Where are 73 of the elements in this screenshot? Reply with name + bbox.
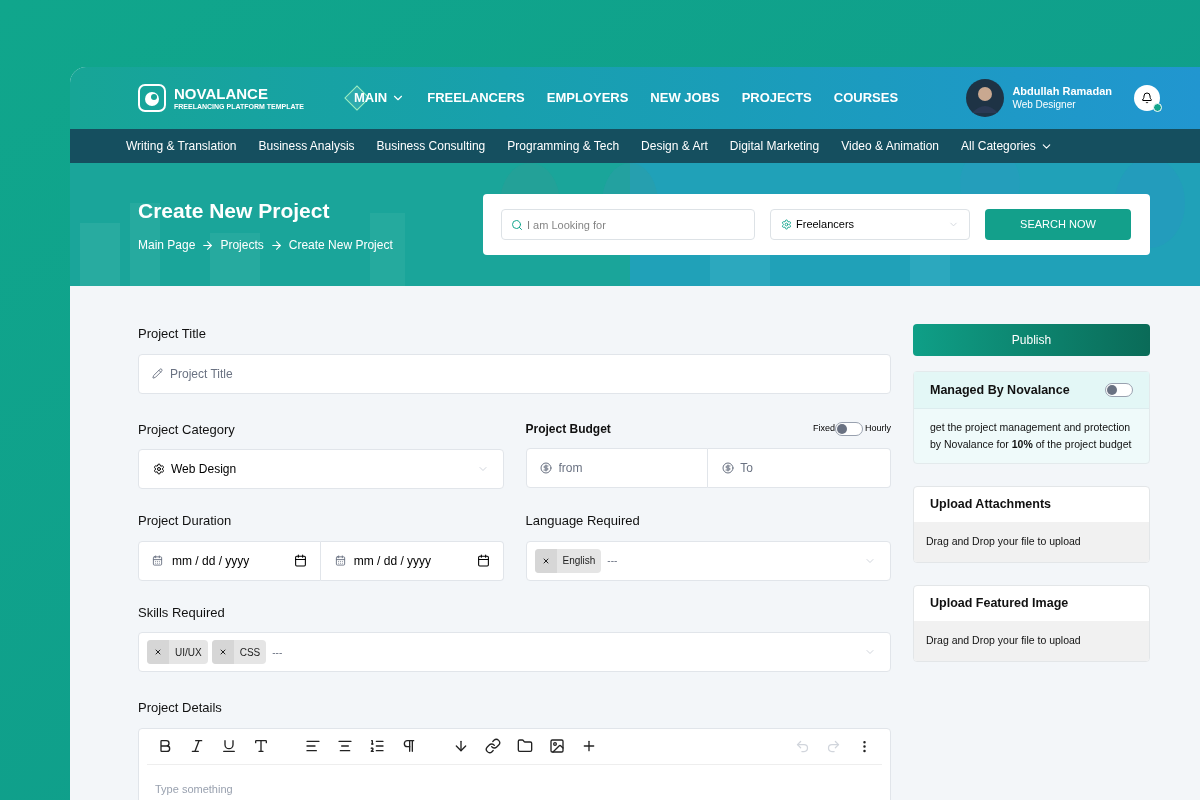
calendar-icon	[334, 554, 346, 566]
tag-chip[interactable]: UI/UX	[147, 640, 208, 664]
category-link[interactable]: Writing & Translation	[126, 137, 237, 155]
gear-icon	[781, 219, 792, 230]
field-label: Project Budget	[525, 420, 611, 438]
card-title: Managed By Novalance	[930, 381, 1070, 399]
toggle-label: Hourly	[865, 421, 891, 435]
plus-icon[interactable]	[581, 738, 597, 754]
notification-button[interactable]	[1134, 85, 1160, 111]
category-select[interactable]: Web Design	[138, 449, 504, 489]
language-select[interactable]: English ---	[525, 540, 891, 581]
category-link[interactable]: Design & Art	[641, 137, 708, 155]
logo-icon	[138, 84, 166, 112]
align-left-icon[interactable]	[305, 738, 321, 754]
managed-description: get the project management and protection by Novalance for 10% of the project budget	[929, 420, 1133, 452]
font-size-icon[interactable]	[253, 738, 269, 754]
drop-zone[interactable]: Drag and Drop your file to upload	[914, 522, 1149, 562]
tag-chip[interactable]: CSS	[211, 640, 267, 664]
card-title: Upload Attachments	[930, 496, 1052, 514]
type-select[interactable]: Freelancers	[770, 209, 970, 240]
field-label: Project Details	[138, 699, 223, 717]
managed-toggle[interactable]	[1105, 383, 1133, 397]
dollar-icon	[722, 461, 735, 474]
underline-icon[interactable]	[221, 738, 237, 754]
search-field[interactable]: I am Looking for	[501, 209, 755, 240]
field-label: Skills Required	[138, 603, 226, 622]
align-center-icon[interactable]	[337, 738, 353, 754]
category-link[interactable]: Video & Animation	[841, 137, 940, 155]
page-title: Create New Project	[138, 197, 331, 224]
field-label: Project Duration	[138, 512, 233, 530]
category-link[interactable]: All Categories	[961, 137, 1053, 155]
field-label: Project Category	[138, 420, 236, 439]
gear-icon	[153, 463, 165, 475]
field-label: Project Title	[138, 325, 207, 343]
image-icon[interactable]	[549, 738, 565, 754]
tag-chip[interactable]: English	[534, 548, 602, 573]
numbered-list-icon[interactable]	[369, 738, 385, 754]
category-link[interactable]: Programming & Tech	[507, 137, 620, 155]
user-name: Abdullah Ramadan	[1012, 84, 1112, 99]
field-label: Language Required	[525, 512, 641, 530]
arrow-icon	[201, 238, 215, 252]
calendar-icon[interactable]	[293, 553, 307, 567]
category-link[interactable]: Digital Marketing	[729, 137, 820, 155]
italic-icon[interactable]	[189, 738, 205, 754]
budget-toggle[interactable]	[835, 421, 863, 436]
budget-to-field[interactable]: To	[708, 447, 891, 488]
budget-from-field[interactable]: from	[525, 447, 709, 488]
user-role: Web Designer	[1012, 98, 1077, 112]
date-field[interactable]: mm / dd / yyyy	[320, 540, 504, 581]
link-icon[interactable]	[485, 738, 501, 754]
search-icon	[511, 219, 523, 231]
category-link[interactable]: Business Analysis	[258, 137, 355, 155]
calendar-icon	[152, 554, 163, 566]
category-link[interactable]: Business Consulting	[376, 137, 486, 155]
bold-icon[interactable]	[157, 738, 173, 754]
title-field[interactable]: Project Title	[138, 353, 891, 394]
toggle-label: Fixed	[812, 421, 835, 435]
rich-text-editor[interactable]: Type something	[138, 727, 891, 800]
arrow-icon	[269, 238, 283, 252]
user-avatar[interactable]	[966, 79, 1005, 117]
paragraph-icon[interactable]	[401, 738, 417, 754]
editor-text-area[interactable]: Type something	[147, 764, 882, 800]
brand-name: NOVALANCE	[174, 86, 269, 101]
dollar-icon	[539, 461, 552, 474]
folder-icon[interactable]	[517, 738, 533, 754]
pencil-icon	[152, 367, 163, 379]
drop-zone[interactable]: Drag and Drop your file to upload	[914, 621, 1149, 661]
calendar-icon[interactable]	[476, 553, 490, 567]
skills-select[interactable]: UI/UX CSS ---	[138, 632, 891, 672]
date-field[interactable]: mm / dd / yyyy	[138, 540, 321, 581]
card-title: Upload Featured Image	[930, 595, 1069, 613]
publish-button[interactable]: Publish	[913, 324, 1150, 356]
bell-icon	[1141, 92, 1153, 104]
